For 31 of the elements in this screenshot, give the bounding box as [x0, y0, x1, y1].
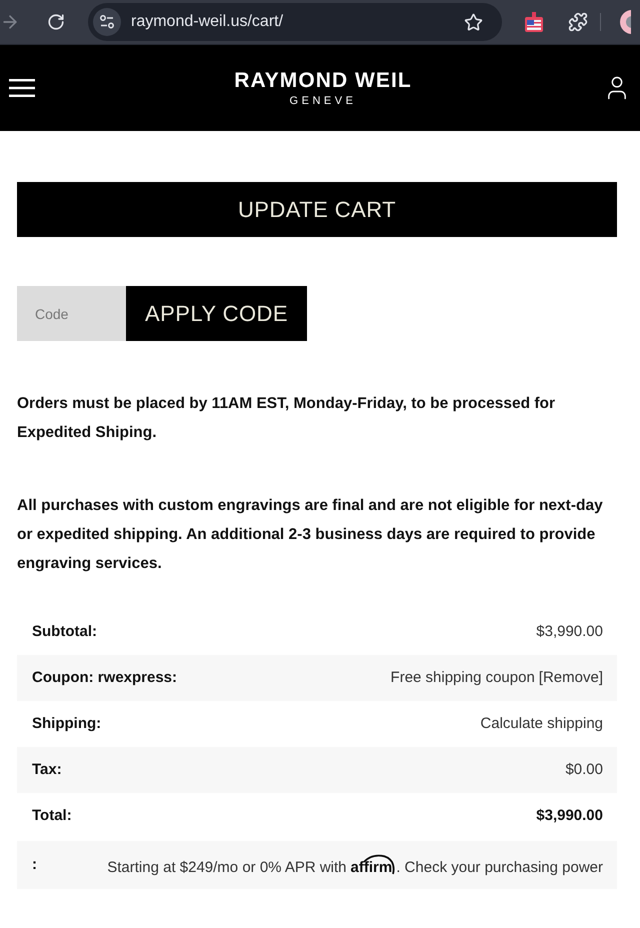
coupon-description: Free shipping coupon	[390, 668, 535, 688]
update-cart-button[interactable]: UPDATE CART	[17, 182, 617, 237]
extensions-puzzle-icon[interactable]	[568, 12, 588, 32]
totals-label: Total:	[32, 806, 72, 826]
remove-coupon-link[interactable]: [Remove]	[538, 666, 603, 690]
brand-logo-text[interactable]: RAYMOND WEIL	[234, 68, 412, 92]
total-value: $3,990.00	[536, 806, 603, 826]
extension-icon[interactable]	[525, 12, 543, 32]
totals-value: $0.00	[565, 760, 603, 780]
totals-label: Shipping:	[32, 714, 102, 734]
site-settings-icon[interactable]	[93, 8, 121, 36]
brand-subtitle: GENEVE	[290, 94, 356, 108]
apply-code-button[interactable]: APPLY CODE	[126, 286, 307, 341]
reload-icon[interactable]	[47, 13, 65, 31]
bookmark-star-icon[interactable]	[464, 12, 483, 32]
shipping-notice: Orders must be placed by 11AM EST, Monday-Friday, to be processed for Expedited Shiping.	[17, 394, 556, 443]
address-bar[interactable]: raymond-weil.us/cart/	[88, 3, 502, 41]
totals-label: Tax:	[32, 760, 62, 780]
profile-avatar-icon[interactable]	[620, 10, 631, 34]
url-text[interactable]: raymond-weil.us/cart/	[131, 10, 464, 34]
menu-icon[interactable]	[9, 79, 35, 97]
totals-label: :	[32, 854, 37, 875]
calculate-shipping-link[interactable]: Calculate shipping	[480, 712, 603, 736]
totals-label: Subtotal:	[32, 622, 97, 642]
totals-label: Coupon: rwexpress:	[32, 668, 178, 688]
coupon-code-field[interactable]: Code	[17, 286, 126, 341]
shipping-notice: All purchases with custom engravings are final and are not eligible for next-day or expedited shipping. An additional 2-3 business days are required to provide engraving services.	[17, 496, 604, 574]
financing-text: Starting at $249/mo or 0% APR with	[107, 859, 347, 877]
totals-value: $3,990.00	[536, 622, 603, 642]
affirm-logo: affirm	[350, 853, 396, 877]
financing-text[interactable]: . Check your purchasing power	[396, 859, 603, 877]
